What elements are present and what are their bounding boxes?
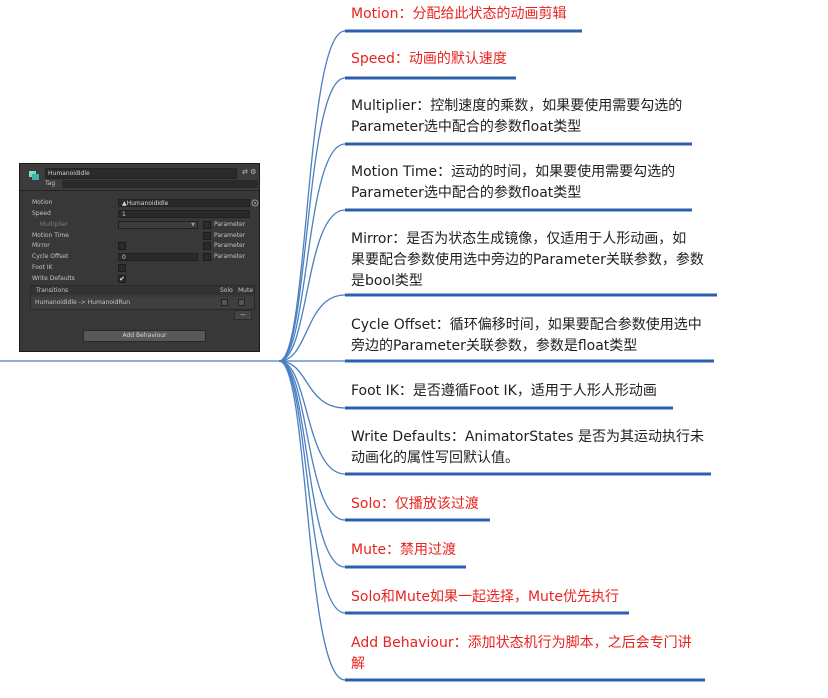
node-text-line: Add Behaviour：添加状态机行为脚本，之后会专门讲 xyxy=(351,635,692,651)
node-text-line: Multiplier：控制速度的乘数，如果要使用需要勾选的 xyxy=(351,98,683,114)
multiplier-parameter-checkbox[interactable] xyxy=(203,221,211,229)
motion-label: Motion xyxy=(32,199,53,206)
mindmap-node: Mirror：是否为状态生成镜像，仅适用于人形动画，如果要配合参数使用选中旁边的… xyxy=(351,229,704,292)
add-behaviour-button[interactable]: Add Behaviour xyxy=(83,330,206,342)
transitions-header: Transitions Solo Mute xyxy=(31,286,254,295)
chevron-down-icon: ▼ xyxy=(191,222,195,228)
node-text-line: 果要配合参数使用选中旁边的Parameter关联参数，参数 xyxy=(351,252,704,268)
mindmap-node: Write Defaults：AnimatorStates 是否为其运动执行未动… xyxy=(351,427,704,469)
transition-row-label: HumanoidIdle -> HumanoidRun xyxy=(35,299,131,306)
motion-time-label: Motion Time xyxy=(32,232,69,239)
mindmap-node: Foot IK：是否遵循Foot IK，适用于人形人形动画 xyxy=(351,381,657,402)
remove-transition-button[interactable]: − xyxy=(234,310,252,320)
multiplier-parameter-label: Parameter xyxy=(214,221,246,228)
cycle-offset-label: Cycle Offset xyxy=(32,253,69,260)
node-text-line: Foot IK：是否遵循Foot IK，适用于人形人形动画 xyxy=(351,383,657,399)
branch-connector xyxy=(278,77,346,362)
mindmap-node: Cycle Offset：循环偏移时间，如果要配合参数使用选中 旁边的Parame… xyxy=(351,315,702,357)
cycle-offset-parameter-checkbox[interactable] xyxy=(203,253,211,261)
node-text-line: Speed：动画的默认速度 xyxy=(351,51,507,67)
motion-time-parameter-checkbox[interactable] xyxy=(203,232,211,240)
foot-ik-label: Foot IK xyxy=(32,264,53,271)
node-text-line: Mute：禁用过渡 xyxy=(351,542,457,558)
motion-field[interactable]: ▲HumanoidIdle xyxy=(118,199,250,207)
motion-time-parameter-label: Parameter xyxy=(214,232,246,239)
mindmap-node: Motion Time：运动的时间，如果要使用需要勾选的 Parameter选中配… xyxy=(351,162,675,204)
cycle-offset-field[interactable]: 0 xyxy=(118,253,198,261)
node-text-line: Write Defaults：AnimatorStates 是否为其运动执行未 xyxy=(351,429,705,445)
node-text-line: 是bool类型 xyxy=(351,273,423,289)
multiplier-label: Multiplier xyxy=(40,221,68,228)
multiplier-dropdown[interactable]: ▼ xyxy=(118,221,198,229)
transitions-list: Transitions Solo Mute HumanoidIdle -> Hu… xyxy=(30,285,255,310)
node-text-line: Mirror：是否为状态生成镜像，仅适用于人形动画，如 xyxy=(351,231,687,247)
branch-connector xyxy=(278,30,346,362)
node-text-line: Motion Time：运动的时间，如果要使用需要勾选的 xyxy=(351,164,676,180)
node-text-line: Cycle Offset：循环偏移时间，如果要配合参数使用选中 xyxy=(351,317,702,333)
tag-field[interactable] xyxy=(62,180,258,188)
node-text-line: 旁边的Parameter关联参数，参数是float类型 xyxy=(351,338,638,354)
mindmap-node: Add Behaviour：添加状态机行为脚本，之后会专门讲解 xyxy=(351,633,692,675)
header-settings-icons[interactable]: ⇄ ⚙ xyxy=(242,168,256,176)
cycle-offset-parameter-label: Parameter xyxy=(214,253,246,260)
transition-row[interactable]: HumanoidIdle -> HumanoidRun xyxy=(31,297,254,308)
state-name-field[interactable]: HumanoidIdle xyxy=(45,168,237,179)
node-text-line: Parameter选中配合的参数float类型 xyxy=(351,119,582,135)
mirror-checkbox[interactable] xyxy=(118,242,126,250)
animator-state-icon xyxy=(29,171,39,180)
tag-label: Tag xyxy=(45,180,56,187)
node-text-line: 动画化的属性写回默认值。 xyxy=(351,450,519,466)
transitions-label: Transitions xyxy=(36,287,69,294)
inspector-panel: HumanoidIdle ⇄ ⚙ Tag Motion ▲HumanoidIdl… xyxy=(19,163,260,352)
mute-column-header: Mute xyxy=(238,287,254,294)
branch-connector xyxy=(278,143,346,362)
mindmap-node: Solo和Mute如果一起选择，Mute优先执行 xyxy=(351,587,619,608)
mindmap-node: Speed：动画的默认速度 xyxy=(351,49,507,70)
write-defaults-checkbox[interactable]: ✔ xyxy=(118,275,126,283)
node-text-line: Solo和Mute如果一起选择，Mute优先执行 xyxy=(351,589,620,605)
node-text-line: Solo：仅播放该过渡 xyxy=(351,496,479,512)
node-text-line: 解 xyxy=(351,656,365,672)
mindmap-node: Solo：仅播放该过渡 xyxy=(351,494,479,515)
inspector-header: HumanoidIdle ⇄ ⚙ Tag xyxy=(20,164,259,191)
mirror-parameter-checkbox[interactable] xyxy=(203,242,211,250)
mute-checkbox[interactable] xyxy=(238,299,245,306)
branch-connector xyxy=(278,360,346,521)
object-picker-icon[interactable] xyxy=(251,199,259,207)
mirror-parameter-label: Parameter xyxy=(214,242,246,249)
speed-field[interactable]: 1 xyxy=(118,210,250,218)
speed-label: Speed xyxy=(32,210,51,217)
node-text-line: Parameter选中配合的参数float类型 xyxy=(351,185,582,201)
solo-column-header: Solo xyxy=(220,287,233,294)
node-text-line: Motion：分配给此状态的动画剪辑 xyxy=(351,6,567,22)
solo-checkbox[interactable] xyxy=(221,299,228,306)
foot-ik-checkbox[interactable] xyxy=(118,264,126,272)
branch-connector xyxy=(278,209,346,362)
branch-connector xyxy=(278,360,346,568)
mindmap-node: Motion：分配给此状态的动画剪辑 xyxy=(351,4,566,25)
branch-connector xyxy=(278,360,346,681)
mindmap-node: Multiplier：控制速度的乘数，如果要使用需要勾选的 Parameter选中… xyxy=(351,96,682,138)
write-defaults-label: Write Defaults xyxy=(32,275,75,282)
mirror-label: Mirror xyxy=(32,242,50,249)
mindmap-node: Mute：禁用过渡 xyxy=(351,540,456,561)
